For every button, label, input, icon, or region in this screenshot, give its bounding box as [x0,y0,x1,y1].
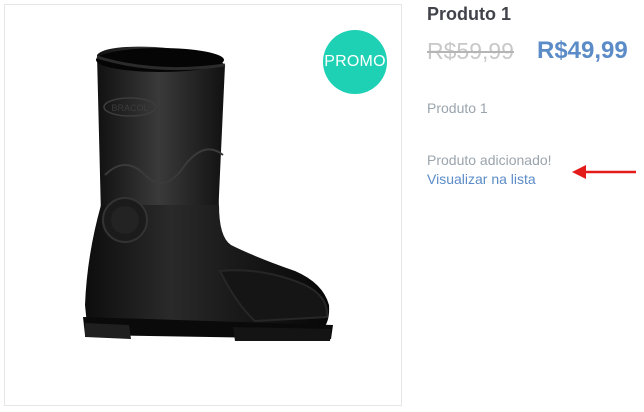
product-image-frame: BRACOL PROMO [4,4,402,406]
product-description: Produto 1 [427,100,488,116]
product-added-message: Produto adicionado! [427,152,552,168]
boot-brand-emboss: BRACOL [111,103,148,113]
view-list-link[interactable]: Visualizar na lista [427,171,536,187]
product-card: BRACOL PROMO Produto 1 R$59,99 R$49,99 P… [0,0,644,412]
promo-badge-label: PROMO [324,53,386,70]
sale-price: R$49,99 [537,37,628,64]
promo-badge: PROMO [323,30,387,94]
product-title[interactable]: Produto 1 [427,4,511,25]
red-arrow-icon [572,165,636,179]
old-price: R$59,99 [427,38,514,64]
